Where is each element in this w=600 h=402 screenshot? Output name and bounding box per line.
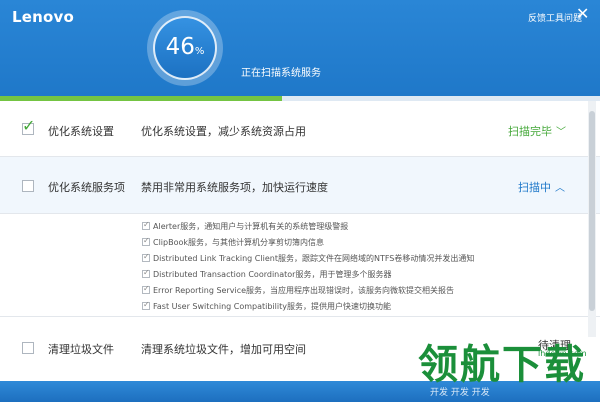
service-item[interactable]: ✓ ClipBook服务，与其他计算机分享剪切簿内信息	[142, 236, 325, 249]
service-item-label: Distributed Link Tracking Client服务，跟踪文件在…	[153, 254, 475, 263]
check-icon: ✓	[143, 236, 150, 245]
service-item-label: Fast User Switching Compatibility服务，提供用户…	[153, 302, 391, 311]
service-item[interactable]: ✓ Alerter服务，通知用户与计算机有关的系统管理级警报	[142, 220, 349, 233]
row-name: 清理垃圾文件	[48, 343, 114, 356]
check-icon: ✓	[143, 252, 150, 261]
service-checkbox[interactable]: ✓	[142, 300, 150, 310]
chevron-up-icon: ︿	[555, 183, 565, 194]
service-item[interactable]: ✓ Error Reporting Service服务，当应用程序出现错误时，该服…	[142, 284, 455, 297]
check-icon: ✓	[143, 268, 150, 277]
row-checkbox[interactable]	[22, 342, 34, 354]
row-name: 优化系统服务项	[48, 181, 125, 194]
row-optimize-services[interactable]: 优化系统服务项 禁用非常用系统服务项，加快运行速度 扫描中 ︿	[0, 157, 600, 214]
row-description: 优化系统设置，减少系统资源占用	[141, 125, 306, 138]
row-name: 优化系统设置	[48, 125, 114, 138]
row-state-done[interactable]: 扫描完毕 ﹀	[508, 123, 566, 139]
service-checkbox[interactable]: ✓	[142, 284, 150, 294]
service-item-label: Alerter服务，通知用户与计算机有关的系统管理级警报	[153, 222, 349, 231]
scan-status-text: 正在扫描系统服务	[241, 68, 321, 79]
service-item-label: ClipBook服务，与其他计算机分享剪切簿内信息	[153, 238, 325, 247]
service-checkbox[interactable]: ✓	[142, 220, 150, 230]
scrollbar-thumb[interactable]	[589, 111, 595, 311]
service-item[interactable]: ✓ Fast User Switching Compatibility服务，提供用…	[142, 300, 391, 313]
service-checkbox[interactable]: ✓	[142, 236, 150, 246]
service-checkbox[interactable]: ✓	[142, 252, 150, 262]
row-checkbox[interactable]: ✓	[22, 118, 35, 135]
optimization-list: ✓ 优化系统设置 优化系统设置，减少系统资源占用 扫描完毕 ﹀ 优化系统服务项 禁…	[0, 101, 600, 381]
header-banner: Lenovo 反馈工具问题 ✕ 46% 正在扫描系统服务	[0, 0, 600, 96]
progress-percent: 46%	[153, 34, 217, 60]
service-item-list: ✓ Alerter服务，通知用户与计算机有关的系统管理级警报 ✓ ClipBook服…	[0, 214, 600, 316]
progress-number: 46	[165, 34, 195, 60]
watermark-url: lhdown.com	[538, 349, 587, 358]
row-checkbox[interactable]	[22, 180, 34, 192]
service-item[interactable]: ✓ Distributed Transaction Coordinator服务，用…	[142, 268, 392, 281]
row-state-label: 扫描完毕	[508, 125, 552, 138]
service-checkbox[interactable]: ✓	[142, 268, 150, 278]
lenovo-logo: Lenovo	[12, 8, 74, 26]
scrollbar[interactable]	[588, 101, 596, 337]
row-description: 禁用非常用系统服务项，加快运行速度	[141, 181, 328, 194]
check-icon: ✓	[143, 284, 150, 293]
chevron-down-icon: ﹀	[556, 127, 566, 138]
row-optimize-settings[interactable]: ✓ 优化系统设置 优化系统设置，减少系统资源占用 扫描完毕 ﹀	[0, 101, 600, 157]
service-item[interactable]: ✓ Distributed Link Tracking Client服务，跟踪文件…	[142, 252, 475, 265]
row-state-label: 扫描中	[518, 181, 551, 194]
feedback-link[interactable]: 反馈工具问题	[528, 11, 582, 24]
row-state-scanning[interactable]: 扫描中 ︿	[518, 179, 565, 195]
close-icon[interactable]: ✕	[576, 4, 589, 24]
progress-unit: %	[194, 46, 205, 57]
check-icon: ✓	[143, 300, 150, 309]
service-item-label: Error Reporting Service服务，当应用程序出现错误时，该服务…	[153, 286, 455, 295]
row-description: 清理系统垃圾文件，增加可用空间	[141, 343, 306, 356]
checkmark-icon: ✓	[22, 116, 36, 135]
check-icon: ✓	[143, 220, 150, 229]
service-item-label: Distributed Transaction Coordinator服务，用于…	[153, 270, 392, 279]
